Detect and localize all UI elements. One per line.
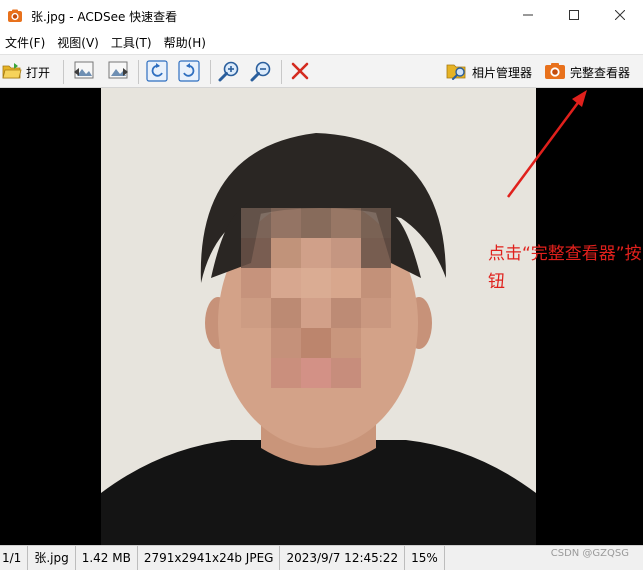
status-position: 1/1 (0, 545, 29, 570)
next-image-button[interactable] (106, 60, 130, 84)
photo-manager-label: 相片管理器 (472, 65, 533, 80)
open-folder-icon (2, 61, 22, 84)
next-image-icon (106, 60, 130, 85)
close-icon (614, 9, 626, 23)
previous-image-button[interactable] (72, 60, 96, 84)
status-dimensions: 2791x2941x24b JPEG (138, 545, 281, 570)
rotate-left-icon (146, 59, 168, 85)
zoom-out-button[interactable] (250, 60, 272, 84)
rotate-left-button[interactable] (146, 59, 168, 85)
menu-tools[interactable]: 工具(T) (105, 32, 158, 54)
zoom-in-icon (218, 60, 240, 85)
close-button[interactable] (597, 0, 643, 32)
photo-manager-icon (446, 61, 468, 84)
toolbar-separator (210, 60, 211, 84)
full-viewer-button[interactable]: 完整查看器 (544, 60, 630, 84)
previous-image-icon (72, 60, 96, 85)
minimize-button[interactable] (505, 0, 551, 32)
rotate-right-button[interactable] (178, 59, 200, 85)
photo-manager-button[interactable]: 相片管理器 (446, 60, 532, 84)
status-zoom: 15% (405, 545, 445, 570)
annotation-text: 点击“完整查看器”按钮 (488, 244, 642, 292)
menu-help[interactable]: 帮助(H) (158, 32, 212, 54)
image-viewer[interactable] (0, 88, 643, 545)
menu-bar: 文件(F) 视图(V) 工具(T) 帮助(H) (0, 32, 643, 54)
menu-view[interactable]: 视图(V) (51, 32, 105, 54)
toolbar-separator (63, 60, 64, 84)
status-filesize: 1.42 MB (76, 545, 138, 570)
status-filename: 张.jpg (28, 545, 76, 570)
displayed-photo (101, 88, 536, 545)
toolbar: 打开 相片管理器 完整查看器 (0, 54, 643, 88)
window-title: 张.jpg - ACDSee 快速查看 (31, 9, 178, 24)
full-viewer-label: 完整查看器 (570, 65, 631, 80)
open-label: 打开 (26, 65, 51, 80)
minimize-icon (523, 9, 533, 23)
full-viewer-icon (544, 61, 566, 84)
title-bar: 张.jpg - ACDSee 快速查看 (0, 0, 643, 32)
watermark: CSDN @GZQSG (550, 548, 629, 559)
camera-icon (7, 8, 23, 24)
zoom-in-button[interactable] (218, 60, 240, 84)
menu-file[interactable]: 文件(F) (0, 32, 51, 54)
zoom-out-icon (250, 60, 272, 85)
status-bar: 1/1 张.jpg 1.42 MB 2791x2941x24b JPEG 202… (0, 545, 643, 570)
delete-icon (290, 61, 310, 84)
maximize-icon (569, 9, 579, 23)
open-button[interactable]: 打开 (2, 60, 50, 84)
maximize-button[interactable] (551, 0, 597, 32)
rotate-right-icon (178, 59, 200, 85)
toolbar-separator (281, 60, 282, 84)
status-datetime: 2023/9/7 12:45:22 (280, 545, 406, 570)
delete-button[interactable] (290, 60, 310, 84)
toolbar-separator (138, 60, 139, 84)
